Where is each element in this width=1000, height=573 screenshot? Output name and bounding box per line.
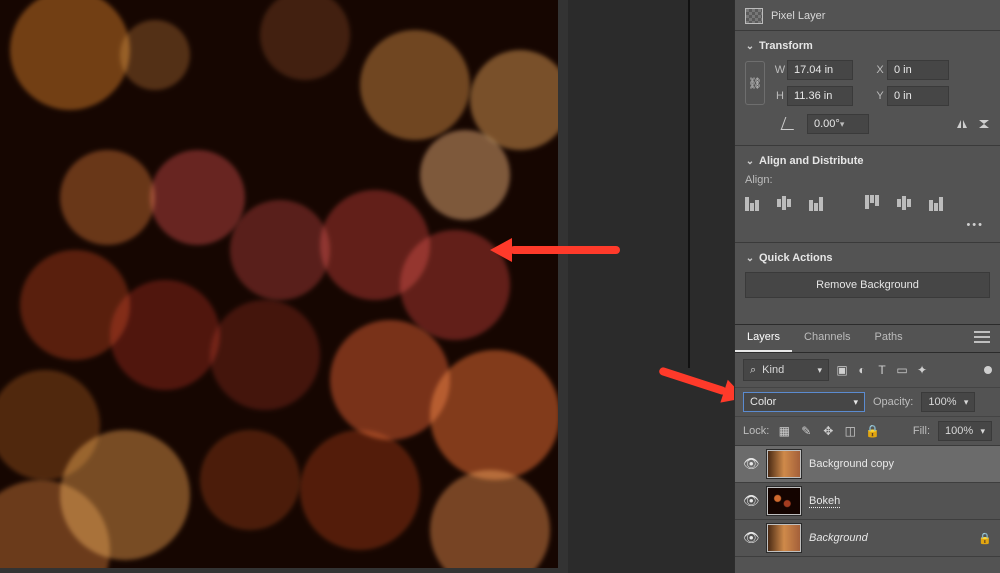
annotation-arrow-left	[490, 245, 620, 255]
tab-paths[interactable]: Paths	[863, 325, 915, 352]
chevron-down-icon: ⌄	[745, 41, 755, 52]
layer-thumbnail[interactable]	[767, 450, 801, 478]
layers-panel-tabs: Layers Channels Paths	[735, 324, 1000, 353]
blend-mode-value: Color	[750, 396, 776, 408]
filter-pixel-icon[interactable]: ▣	[835, 363, 849, 377]
layer-name[interactable]: Background	[809, 532, 868, 544]
layer-type-row: Pixel Layer	[735, 0, 1000, 27]
align-center-h-button[interactable]	[777, 195, 795, 211]
align-label: Align:	[745, 174, 773, 186]
filter-toggle-icon[interactable]	[984, 366, 992, 374]
filter-kind-label: Kind	[762, 364, 784, 376]
align-left-button[interactable]	[745, 195, 763, 211]
document-image[interactable]	[0, 0, 558, 568]
search-icon: ⌕	[750, 364, 756, 377]
opacity-label: Opacity:	[873, 396, 913, 408]
fill-value: 100%	[945, 425, 973, 437]
chevron-down-icon: ▾	[980, 426, 985, 437]
filter-kind-dropdown[interactable]: ⌕ Kind ▾	[743, 359, 829, 381]
layer-row[interactable]: 👁 Background copy	[735, 446, 1000, 483]
layer-row[interactable]: 👁 Background 🔒	[735, 520, 1000, 557]
align-title: Align and Distribute	[759, 155, 864, 167]
x-label: X	[873, 64, 887, 76]
transform-grid: ⛓ W X H Y	[735, 56, 1000, 110]
pixel-layer-icon	[745, 8, 763, 24]
opacity-field[interactable]: 100% ▾	[921, 392, 975, 412]
panel-divider[interactable]	[688, 0, 690, 368]
filter-adjust-icon[interactable]: ◐	[855, 363, 869, 377]
filter-type-icon[interactable]: T	[875, 363, 889, 377]
chevron-down-icon: ▾	[853, 397, 858, 408]
visibility-toggle[interactable]: 👁	[743, 530, 759, 546]
rotation-field[interactable]: 0.00°	[807, 114, 869, 134]
rotation-row: 0.00°	[735, 110, 1000, 142]
layer-name[interactable]: Bokeh	[809, 495, 840, 507]
align-right-button[interactable]	[809, 195, 827, 211]
panel-menu-icon[interactable]	[974, 325, 990, 343]
lock-icon[interactable]: 🔒	[978, 532, 992, 545]
align-bottom-button[interactable]	[929, 195, 947, 211]
filter-shape-icon[interactable]: ▭	[895, 363, 909, 377]
layer-thumbnail[interactable]	[767, 487, 801, 515]
filter-smart-icon[interactable]: ✦	[915, 363, 929, 377]
more-options-button[interactable]: •••	[735, 217, 1000, 239]
link-wh-button[interactable]: ⛓	[745, 61, 765, 105]
layer-thumbnail[interactable]	[767, 524, 801, 552]
lock-all-icon[interactable]: 🔒	[865, 424, 879, 438]
chevron-down-icon: ▾	[964, 397, 969, 408]
link-icon: ⛓	[748, 77, 762, 90]
flip-horizontal-icon[interactable]	[956, 119, 968, 129]
lock-artboard-icon[interactable]: ◫	[843, 424, 857, 438]
blend-row: Color ▾ Opacity: 100% ▾	[735, 388, 1000, 417]
align-label-row: Align:	[735, 171, 1000, 189]
flip-vertical-icon[interactable]	[978, 119, 990, 129]
section-transform[interactable]: ⌄ Transform	[735, 34, 1000, 56]
layer-type-label: Pixel Layer	[771, 10, 825, 22]
align-center-v-button[interactable]	[897, 195, 915, 211]
h-label: H	[773, 90, 787, 102]
annotation-arrow-right	[658, 365, 747, 402]
fill-label: Fill:	[913, 425, 930, 437]
visibility-toggle[interactable]: 👁	[743, 493, 759, 509]
transform-title: Transform	[759, 40, 813, 52]
lock-pixels-icon[interactable]: ✎	[799, 424, 813, 438]
layer-name[interactable]: Background copy	[809, 458, 894, 470]
w-label: W	[773, 64, 787, 76]
opacity-value: 100%	[928, 396, 956, 408]
fill-field[interactable]: 100% ▾	[938, 421, 992, 441]
height-field[interactable]	[787, 86, 853, 106]
y-field[interactable]	[887, 86, 949, 106]
quick-actions-title: Quick Actions	[759, 252, 833, 264]
layer-filter-row: ⌕ Kind ▾ ▣ ◐ T ▭ ✦	[735, 353, 1000, 388]
width-field[interactable]	[787, 60, 853, 80]
tab-layers[interactable]: Layers	[735, 325, 792, 352]
section-align[interactable]: ⌄ Align and Distribute	[735, 149, 1000, 171]
right-panels: Pixel Layer ⌄ Transform ⛓ W X H Y 0.00° …	[735, 0, 1000, 573]
tab-channels[interactable]: Channels	[792, 325, 862, 352]
x-field[interactable]	[887, 60, 949, 80]
lock-row: Lock: ▦ ✎ ✥ ◫ 🔒 Fill: 100% ▾	[735, 417, 1000, 446]
blend-mode-dropdown[interactable]: Color ▾	[743, 392, 865, 412]
chevron-down-icon: ▾	[817, 365, 822, 376]
lock-position-icon[interactable]: ✥	[821, 424, 835, 438]
y-label: Y	[873, 90, 887, 102]
align-top-button[interactable]	[865, 195, 883, 211]
remove-background-button[interactable]: Remove Background	[745, 272, 990, 298]
align-buttons	[735, 189, 1000, 217]
canvas-pasteboard	[0, 0, 568, 573]
lock-label: Lock:	[743, 425, 769, 437]
lock-transparent-icon[interactable]: ▦	[777, 424, 791, 438]
layer-row[interactable]: 👁 Bokeh	[735, 483, 1000, 520]
visibility-toggle[interactable]: 👁	[743, 456, 759, 472]
angle-icon	[783, 117, 797, 131]
section-quick-actions[interactable]: ⌄ Quick Actions	[735, 246, 1000, 268]
chevron-down-icon: ⌄	[745, 156, 755, 167]
chevron-down-icon: ⌄	[745, 253, 755, 264]
layers-list: 👁 Background copy 👁 Bokeh 👁 Background 🔒	[735, 446, 1000, 557]
